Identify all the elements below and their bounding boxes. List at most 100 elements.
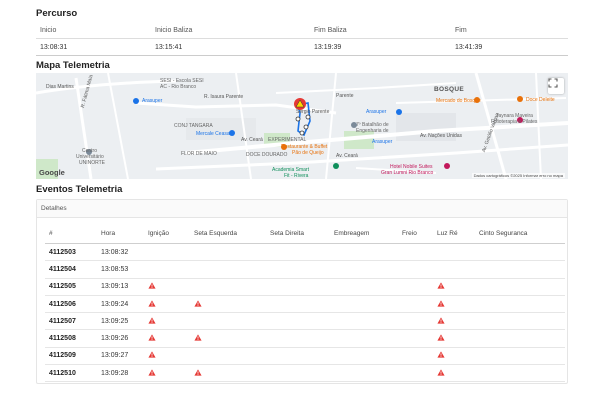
- event-luz-re-cell: [433, 351, 475, 360]
- map-label-centro-3: UNINORTE: [79, 160, 106, 166]
- table-row: 4112504 13:08:53: [45, 261, 565, 279]
- event-luz-re-cell: [433, 317, 475, 326]
- event-hora: 13:09:13: [101, 283, 129, 291]
- event-id: 4112503: [49, 248, 76, 256]
- table-row: 4112507 13:09:25: [45, 313, 565, 331]
- warning-icon: [194, 334, 202, 341]
- map-label-restaurante-2: Pão de Queijo: [292, 150, 324, 156]
- warning-icon: [148, 351, 156, 359]
- col-luz-re: Luz Ré: [437, 230, 458, 237]
- map-label-arasuper-2: Arasuper: [366, 109, 387, 115]
- map-label-parente: Parente: [336, 93, 354, 99]
- percurso-header-inicio-baliza: Inicio Baliza: [155, 26, 193, 34]
- col-cinto: Cinto Seguranca: [479, 230, 528, 237]
- event-id: 4112509: [49, 352, 76, 360]
- table-row: 4112506 13:09:24: [45, 296, 565, 314]
- map-label-dias-martins: Dias Martins: [46, 84, 74, 90]
- percurso-table: Inicio Inicio Baliza Fim Baliza Fim 13:0…: [36, 22, 568, 56]
- fullscreen-icon: [548, 78, 558, 88]
- warning-icon: [437, 351, 445, 359]
- event-hora: 13:08:32: [101, 248, 129, 256]
- map-label-hotel-2: Gran Lumni Rio Branco: [381, 170, 434, 176]
- warning-icon: [437, 282, 445, 289]
- eventos-header-row: # Hora Ignição Seta Esquerda Seta Direit…: [45, 224, 565, 244]
- warning-icon: [437, 317, 445, 324]
- col-hora: Hora: [101, 230, 116, 237]
- event-hora: 13:09:25: [101, 317, 129, 325]
- warning-icon: [148, 282, 156, 289]
- percurso-header-inicio: Inicio: [40, 26, 57, 34]
- table-row: 4112508 13:09:26: [45, 330, 565, 348]
- percurso-header-fim: Fim: [455, 26, 467, 34]
- warning-icon: [148, 299, 156, 307]
- col-seta-direita: Seta Direita: [270, 230, 304, 237]
- warning-icon: [148, 369, 156, 376]
- map-label-doce-deleite: Doce Deleite: [526, 97, 555, 103]
- table-row: 4112509 13:09:27: [45, 348, 565, 366]
- warning-icon: [194, 369, 202, 376]
- event-id: 4112508: [49, 335, 76, 343]
- map-label-academia-2: Fit - Rivera: [284, 173, 309, 179]
- warning-icon: [148, 317, 156, 324]
- map-label-flor-de-maio: FLOR DE MAIO: [181, 151, 217, 157]
- warning-icon: [437, 334, 445, 341]
- col-ignicao: Ignição: [148, 230, 169, 237]
- map-attribution[interactable]: Dados cartográficos ©2025 Informar erro …: [471, 173, 565, 178]
- event-hora: 13:08:53: [101, 265, 129, 273]
- map-label-arasuper-3: Arasuper: [372, 139, 393, 145]
- map-label-experimental: EXPERIMENTAL: [268, 137, 307, 143]
- percurso-fim-baliza-value: 13:19:39: [314, 43, 342, 51]
- percurso-header-row: Inicio Inicio Baliza Fim Baliza Fim: [36, 22, 568, 39]
- event-seta-esquerda-cell: [190, 299, 266, 309]
- event-luz-re-cell: [433, 299, 475, 309]
- col-seta-esquerda: Seta Esquerda: [194, 230, 238, 237]
- event-luz-re-cell: [433, 334, 475, 343]
- eventos-title: Eventos Telemetria: [36, 184, 123, 195]
- event-hora: 13:09:28: [101, 369, 129, 377]
- event-id: 4112505: [49, 283, 76, 291]
- percurso-inicio-value: 13:08:31: [40, 43, 68, 51]
- event-ignicao-cell: [144, 351, 190, 360]
- google-logo: Google: [39, 168, 65, 177]
- event-ignicao-cell: [144, 369, 190, 378]
- table-row: 4112503 13:08:32: [45, 244, 565, 262]
- map-label-batalhao-2: Engenharia de: [356, 128, 389, 134]
- percurso-inicio-baliza-value: 13:15:41: [155, 43, 183, 51]
- map-label-doce-dourado: DOCE DOURADO: [246, 152, 288, 158]
- warning-icon: [437, 299, 445, 307]
- percurso-row: 13:08:31 13:15:41 13:19:39 13:41:39: [36, 39, 568, 56]
- percurso-title: Percurso: [36, 8, 78, 19]
- map-label-av-nacoes: Av. Nações Unidas: [420, 133, 463, 139]
- eventos-table: # Hora Ignição Seta Esquerda Seta Direit…: [45, 224, 565, 383]
- fullscreen-button[interactable]: [548, 78, 564, 94]
- event-ignicao-cell: [144, 334, 190, 343]
- event-id: 4112510: [49, 369, 76, 377]
- event-luz-re-cell: [433, 282, 475, 291]
- event-ignicao-cell: [144, 317, 190, 326]
- event-hora: 13:09:27: [101, 352, 129, 360]
- map-roads: [36, 73, 568, 179]
- map-label-isaura-parente: R. Isaura Parente: [204, 94, 244, 100]
- map-label-arasuper-1: Arasuper: [142, 98, 163, 104]
- col-id: #: [49, 230, 53, 237]
- telemetry-map[interactable]: SESI - Escola SESI AC - Rio Branco Dias …: [36, 73, 568, 179]
- table-row: 4112505 13:09:13: [45, 279, 565, 296]
- event-hora: 13:09:26: [101, 335, 129, 343]
- map-label-av-ceara: Av. Ceará: [241, 137, 263, 143]
- warning-icon: [437, 369, 445, 376]
- col-embreagem: Embreagem: [334, 230, 370, 237]
- warning-icon: [194, 299, 202, 307]
- event-ignicao-cell: [144, 299, 190, 309]
- eventos-subtitle: Detalhes: [37, 200, 567, 218]
- map-label-mercale: Mercale Ceasa: [196, 131, 230, 137]
- event-seta-esquerda-cell: [190, 369, 266, 378]
- map-label-sergio-parente: Sergio Parente: [296, 109, 330, 115]
- percurso-header-fim-baliza: Fim Baliza: [314, 26, 347, 34]
- map-label-bosque: BOSQUE: [434, 86, 464, 93]
- event-ignicao-cell: [144, 282, 190, 291]
- map-label-conj-tangara: CONJ TANGARA: [174, 123, 213, 129]
- col-freio: Freio: [402, 230, 417, 237]
- eventos-panel: Detalhes # Hora Ignição Seta Esquerda Se…: [36, 199, 568, 384]
- event-hora: 13:09:24: [101, 300, 129, 308]
- map-label-av-ceara-2: Av. Ceará: [336, 153, 358, 159]
